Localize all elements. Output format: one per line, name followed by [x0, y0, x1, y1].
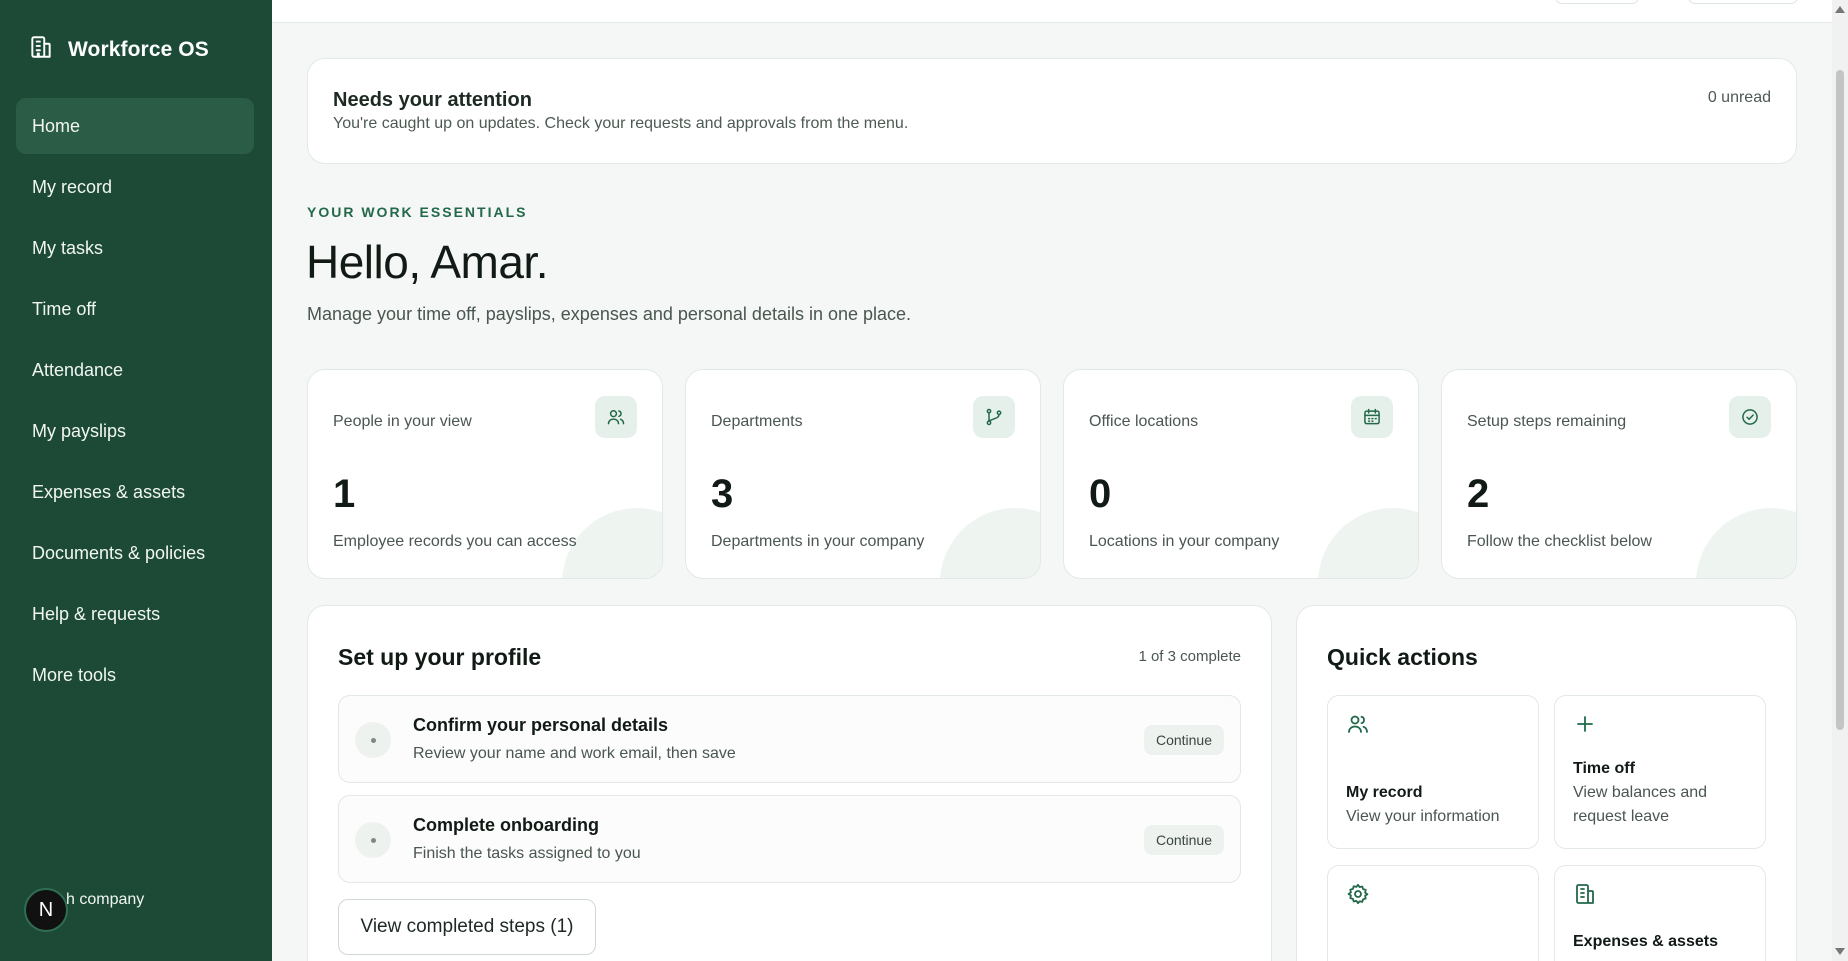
stat-value: 2 [1467, 472, 1490, 516]
step-status-icon [355, 722, 391, 758]
plus-icon [1573, 712, 1597, 736]
sidebar-item-time-off[interactable]: Time off [16, 281, 254, 337]
attention-title: Needs your attention [333, 89, 532, 111]
sidebar: Workforce OS Home My record My tasks Tim… [0, 0, 272, 961]
scroll-thumb[interactable] [1836, 70, 1844, 730]
setup-progress: 1 of 3 complete [1138, 648, 1241, 665]
decorative-blob [1696, 508, 1796, 578]
stat-caption: Follow the checklist below [1467, 533, 1652, 550]
calendar-icon [1351, 396, 1393, 438]
stat-card-office-locations[interactable]: Office locations 0 Locations in your com… [1063, 369, 1419, 579]
continue-button[interactable]: Continue [1143, 725, 1224, 755]
quick-action-settings[interactable] [1327, 865, 1539, 961]
stat-card-people[interactable]: People in your view 1 Employee records y… [307, 369, 663, 579]
setup-title: Set up your profile [338, 644, 542, 670]
quick-action-title: Expenses & assets [1573, 933, 1718, 950]
view-completed-steps-button[interactable]: View completed steps (1) [338, 899, 596, 955]
sidebar-item-help-requests[interactable]: Help & requests [16, 586, 254, 642]
attention-card: Needs your attention You're caught up on… [307, 58, 1797, 164]
sidebar-item-expenses-assets[interactable]: Expenses & assets [16, 464, 254, 520]
main-content: Needs your attention You're caught up on… [272, 23, 1832, 961]
decorative-blob [1318, 508, 1418, 578]
quick-actions-title: Quick actions [1327, 644, 1478, 670]
stat-caption: Locations in your company [1089, 533, 1280, 550]
check-circle-icon [1729, 396, 1771, 438]
people-icon [1346, 712, 1370, 736]
stat-value: 3 [711, 472, 734, 516]
step-title: Complete onboarding [413, 815, 599, 835]
stat-value: 0 [1089, 472, 1112, 516]
top-bar [272, 0, 1832, 23]
gear-icon [1346, 882, 1370, 906]
building-logo-icon [28, 34, 54, 65]
quick-action-expenses-assets[interactable]: Expenses & assets [1554, 865, 1766, 961]
quick-action-my-record[interactable]: My record View your information [1327, 695, 1539, 849]
page-title: Hello, Amar. [306, 236, 549, 288]
stat-caption: Departments in your company [711, 533, 925, 550]
sidebar-item-more-tools[interactable]: More tools [16, 647, 254, 703]
brand[interactable]: Workforce OS [28, 34, 209, 65]
scrollbar[interactable] [1832, 0, 1848, 961]
quick-action-time-off[interactable]: Time off View balances and request leave [1554, 695, 1766, 849]
decorative-blob [562, 508, 662, 578]
sidebar-item-my-payslips[interactable]: My payslips [16, 403, 254, 459]
building-icon [1573, 882, 1597, 906]
stat-label: Office locations [1089, 413, 1199, 430]
stat-caption: Employee records you can access [333, 533, 577, 550]
sidebar-item-my-tasks[interactable]: My tasks [16, 220, 254, 276]
stat-label: Departments [711, 413, 803, 430]
top-bar-button[interactable] [1688, 0, 1798, 4]
unread-count: 0 unread [1707, 89, 1771, 106]
step-status-icon [355, 822, 391, 858]
quick-action-title: Time off [1573, 760, 1635, 777]
step-title: Confirm your personal details [413, 715, 669, 735]
quick-actions-card: Quick actions My record View your inform… [1296, 605, 1797, 961]
company-switcher-label[interactable]: h company [66, 891, 144, 909]
step-description: Review your name and work email, then sa… [413, 745, 736, 762]
page-subtitle: Manage your time off, payslips, expenses… [307, 304, 912, 324]
sidebar-nav: Home My record My tasks Time off Attenda… [16, 98, 254, 708]
attention-description: You're caught up on updates. Check your … [333, 115, 909, 132]
stat-label: People in your view [333, 413, 472, 430]
quick-action-description: View balances and request leave [1573, 784, 1708, 825]
sidebar-item-home[interactable]: Home [16, 98, 254, 154]
top-bar-button[interactable] [1555, 0, 1639, 4]
decorative-blob [940, 508, 1040, 578]
setup-profile-card: Set up your profile 1 of 3 complete Conf… [307, 605, 1272, 961]
stat-card-setup-steps[interactable]: Setup steps remaining 2 Follow the check… [1441, 369, 1797, 579]
sidebar-item-attendance[interactable]: Attendance [16, 342, 254, 398]
sidebar-item-documents-policies[interactable]: Documents & policies [16, 525, 254, 581]
stat-label: Setup steps remaining [1467, 413, 1627, 430]
continue-button[interactable]: Continue [1143, 825, 1224, 855]
quick-action-description: View your information [1346, 808, 1500, 825]
stat-value: 1 [333, 472, 356, 516]
app-name: Workforce OS [68, 37, 209, 61]
step-description: Finish the tasks assigned to you [413, 845, 641, 862]
quick-action-title: My record [1346, 784, 1423, 801]
avatar[interactable]: N [24, 888, 68, 932]
branch-icon [973, 396, 1015, 438]
stat-card-departments[interactable]: Departments 3 Departments in your compan… [685, 369, 1041, 579]
scroll-up-arrow-icon[interactable] [1835, 6, 1845, 13]
section-eyebrow: YOUR WORK ESSENTIALS [307, 204, 528, 220]
checklist-step[interactable]: Confirm your personal details Review you… [338, 695, 1241, 783]
scroll-down-arrow-icon[interactable] [1835, 948, 1845, 955]
sidebar-item-my-record[interactable]: My record [16, 159, 254, 215]
people-icon [595, 396, 637, 438]
checklist-step[interactable]: Complete onboarding Finish the tasks ass… [338, 795, 1241, 883]
